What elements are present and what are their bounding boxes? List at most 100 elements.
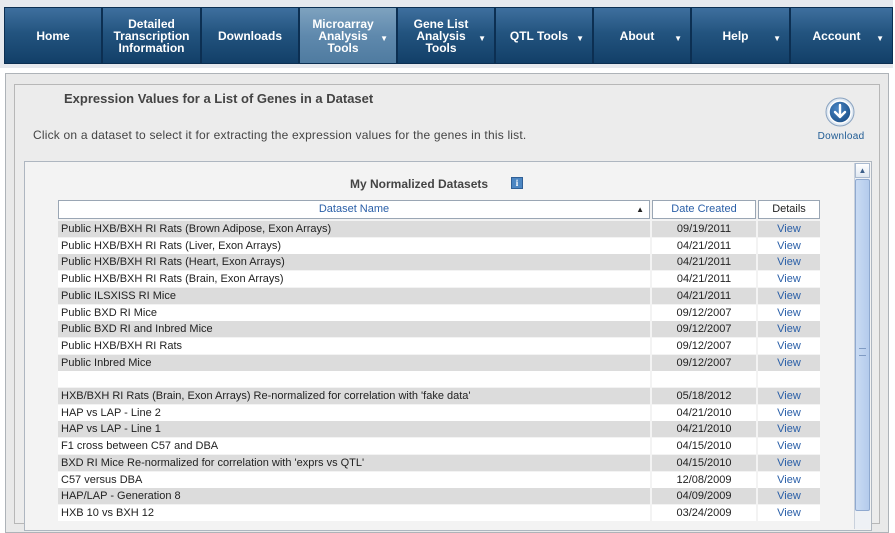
table-row[interactable]: Public HXB/BXH RI Rats (Liver, Exon Arra…	[57, 237, 822, 254]
nav-item-2[interactable]: Downloads	[201, 7, 299, 64]
nav-item-5[interactable]: QTL Tools ▼	[495, 7, 593, 64]
scroll-up-icon[interactable]: ▲	[855, 163, 870, 178]
nav-item-8[interactable]: Account ▼	[790, 7, 893, 64]
table-row	[57, 371, 822, 388]
table-row[interactable]: Public BXD RI and Inbred Mice 09/12/2007 V…	[57, 321, 822, 338]
table-row[interactable]: Public ILSXISS RI Mice 04/21/2011 View	[57, 287, 822, 304]
view-details-link[interactable]: View	[758, 254, 820, 271]
nav-item-3[interactable]: Microarray Analysis Tools ▼	[299, 7, 397, 64]
nav-item-1[interactable]: Detailed Transcription Information	[102, 7, 201, 64]
view-details-link[interactable]: View	[758, 454, 820, 471]
view-details-link[interactable]: View	[758, 404, 820, 421]
nav-item-label: Account	[812, 28, 861, 43]
table-row[interactable]: HAP/LAP - Generation 8 04/09/2009 View	[57, 488, 822, 505]
view-details-link[interactable]: View	[758, 221, 820, 237]
column-header-date-created[interactable]: Date Created	[652, 200, 756, 219]
instructions-text: Click on a dataset to select it for extr…	[33, 128, 527, 142]
dataset-name-cell: HAP vs LAP - Line 1	[58, 421, 650, 438]
view-details-link[interactable]: View	[758, 388, 820, 404]
date-created-cell: 04/21/2011	[652, 271, 756, 288]
view-details-link[interactable]: View	[758, 471, 820, 488]
dataset-name-cell: Public HXB/BXH RI Rats	[58, 337, 650, 354]
table-row[interactable]: HAP vs LAP - Line 2 04/21/2010 View	[57, 404, 822, 421]
view-details-link[interactable]: View	[758, 287, 820, 304]
dataset-name-cell: Public HXB/BXH RI Rats (Brain, Exon Arra…	[58, 271, 650, 288]
table-row[interactable]: HAP vs LAP - Line 1 04/21/2010 View	[57, 421, 822, 438]
date-created-cell: 04/21/2010	[652, 404, 756, 421]
table-row[interactable]: Public HXB/BXH RI Rats 09/12/2007 View	[57, 337, 822, 354]
date-created-cell	[652, 371, 756, 388]
vertical-scrollbar[interactable]: ▲	[854, 163, 870, 529]
dataset-name-cell: Public BXD RI and Inbred Mice	[58, 321, 650, 338]
grip-icon	[859, 348, 866, 356]
date-created-cell: 03/24/2009	[652, 504, 756, 521]
view-details-link[interactable]: View	[758, 421, 820, 438]
dataset-name-cell: Public ILSXISS RI Mice	[58, 287, 650, 304]
nav-item-label: Detailed Transcription Information	[113, 16, 190, 55]
date-created-cell: 12/08/2009	[652, 471, 756, 488]
download-button[interactable]: Download	[814, 97, 868, 145]
dataset-name-cell: Public HXB/BXH RI Rats (Brown Adipose, E…	[58, 221, 650, 237]
view-details-link[interactable]: View	[758, 304, 820, 321]
view-details-link[interactable]: View	[758, 438, 820, 455]
table-row[interactable]: HXB 10 vs BXH 12 03/24/2009 View	[57, 504, 822, 521]
table-row[interactable]: Public HXB/BXH RI Rats (Brown Adipose, E…	[57, 221, 822, 237]
datasets-title: My Normalized Datasets	[350, 177, 489, 191]
nav-item-label: Gene List Analysis Tools	[413, 16, 469, 55]
nav-item-6[interactable]: About ▼	[593, 7, 691, 64]
dataset-name-cell: Public BXD RI Mice	[58, 304, 650, 321]
date-created-cell: 04/15/2010	[652, 454, 756, 471]
date-created-cell: 09/12/2007	[652, 337, 756, 354]
page-title: Expression Values for a List of Genes in…	[64, 91, 374, 106]
nav-item-label: Microarray Analysis Tools	[312, 16, 374, 55]
dataset-name-cell: HXB/BXH RI Rats (Brain, Exon Arrays) Re-…	[58, 388, 650, 404]
date-created-cell: 04/21/2011	[652, 254, 756, 271]
chevron-down-icon: ▼	[380, 34, 388, 43]
date-created-cell: 04/21/2011	[652, 237, 756, 254]
dataset-name-cell: F1 cross between C57 and DBA	[58, 438, 650, 455]
sort-ascending-icon: ▲	[636, 205, 644, 214]
nav-item-0[interactable]: Home	[4, 7, 102, 64]
table-row[interactable]: Public HXB/BXH RI Rats (Brain, Exon Arra…	[57, 271, 822, 288]
dataset-name-cell: Public Inbred Mice	[58, 354, 650, 371]
table-row[interactable]: F1 cross between C57 and DBA 04/15/2010 Vi…	[57, 438, 822, 455]
view-details-link[interactable]: View	[758, 237, 820, 254]
view-details-link[interactable]: View	[758, 337, 820, 354]
dataset-name-cell: HXB 10 vs BXH 12	[58, 504, 650, 521]
table-row[interactable]: BXD RI Mice Re-normalized for correlatio…	[57, 454, 822, 471]
date-created-cell: 09/19/2011	[652, 221, 756, 237]
chevron-down-icon: ▼	[674, 34, 682, 43]
table-row[interactable]: Public BXD RI Mice 09/12/2007 View	[57, 304, 822, 321]
date-created-cell: 04/21/2010	[652, 421, 756, 438]
view-details-link[interactable]: View	[758, 504, 820, 521]
view-details-link[interactable]: View	[758, 354, 820, 371]
view-details-link	[758, 371, 820, 388]
nav-item-label: Home	[36, 28, 70, 43]
dataset-name-cell: HAP/LAP - Generation 8	[58, 488, 650, 505]
nav-item-7[interactable]: Help ▼	[691, 7, 790, 64]
dataset-name-cell: C57 versus DBA	[58, 471, 650, 488]
date-created-cell: 04/09/2009	[652, 488, 756, 505]
view-details-link[interactable]: View	[758, 271, 820, 288]
table-row[interactable]: HXB/BXH RI Rats (Brain, Exon Arrays) Re-…	[57, 388, 822, 404]
table-row[interactable]: Public HXB/BXH RI Rats (Heart, Exon Arra…	[57, 254, 822, 271]
column-header-dataset-name[interactable]: Dataset Name ▲	[58, 200, 650, 219]
nav-item-4[interactable]: Gene List Analysis Tools ▼	[397, 7, 495, 64]
chevron-down-icon: ▼	[773, 34, 781, 43]
main-navigation: Home Detailed Transcription Information Do…	[0, 0, 893, 68]
nav-item-label: About	[619, 28, 655, 43]
view-details-link[interactable]: View	[758, 321, 820, 338]
view-details-link[interactable]: View	[758, 488, 820, 505]
table-row[interactable]: Public Inbred Mice 09/12/2007 View	[57, 354, 822, 371]
download-arrow-circle-icon	[825, 97, 855, 127]
download-label: Download	[817, 131, 865, 142]
table-row[interactable]: C57 versus DBA 12/08/2009 View	[57, 471, 822, 488]
nav-item-label: Help	[722, 28, 749, 43]
date-created-cell: 04/21/2011	[652, 287, 756, 304]
info-icon[interactable]: i	[511, 177, 523, 189]
chevron-down-icon: ▼	[876, 34, 884, 43]
dataset-name-cell: HAP vs LAP - Line 2	[58, 404, 650, 421]
scroll-thumb[interactable]	[855, 179, 870, 511]
column-header-label: Dataset Name	[318, 203, 390, 215]
chevron-down-icon: ▼	[478, 34, 486, 43]
